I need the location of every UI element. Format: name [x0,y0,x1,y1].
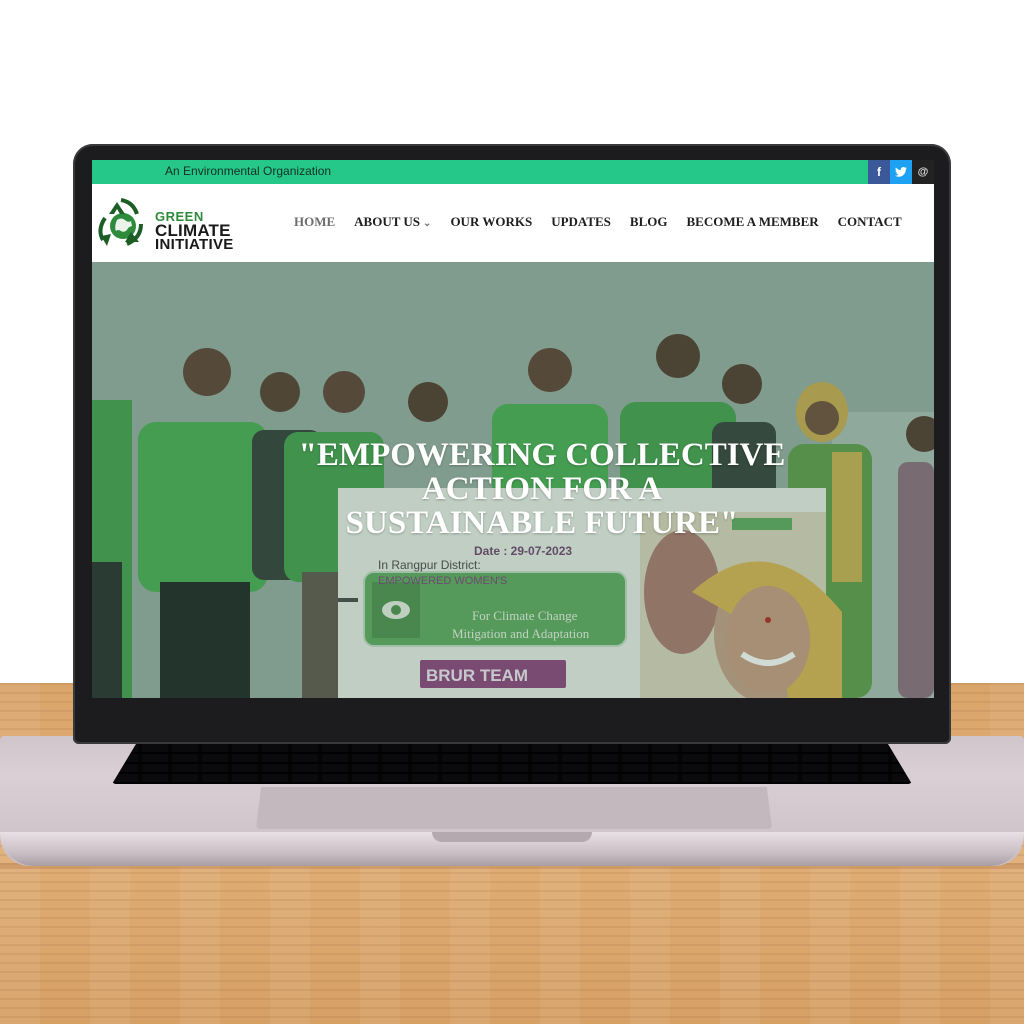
hero-section: Date : 29-07-2023 In Rangpur District: E… [92,262,934,698]
laptop-trackpad [256,787,772,829]
nav-item-our-works[interactable]: OUR WORKS [450,214,532,230]
laptop-screen: An Environmental Organization f @ GREEN … [92,160,934,698]
main-nav: HOME ABOUT US ⌄ OUR WORKS UPDATES BLOG BE… [294,214,921,230]
social-links: f @ [868,160,934,184]
twitter-icon[interactable] [890,160,912,184]
nav-item-contact[interactable]: CONTACT [838,214,902,230]
laptop-keyboard [112,744,912,784]
facebook-icon[interactable]: f [868,160,890,184]
logo-text: GREEN CLIMATE INITIATIVE [155,210,234,253]
hero-headline-line-3: SUSTAINABLE FUTURE" [345,505,739,541]
nav-item-blog[interactable]: BLOG [630,214,668,230]
instagram-icon[interactable]: @ [912,160,934,184]
nav-item-home[interactable]: HOME [294,214,335,230]
hero-headline: "EMPOWERING COLLECTIVE ACTION FOR A SUST… [262,438,822,540]
site-logo[interactable]: GREEN CLIMATE INITIATIVE [95,196,245,253]
twitter-bird-icon [895,167,907,177]
site-tagline: An Environmental Organization [165,164,332,178]
chevron-down-icon: ⌄ [423,218,432,229]
logo-line-initiative: INITIATIVE [155,236,234,253]
recycle-globe-logo-icon [98,198,143,246]
hero-headline-line-1: "EMPOWERING COLLECTIVE [298,437,786,473]
nav-item-updates[interactable]: UPDATES [551,214,611,230]
nav-item-about-us[interactable]: ABOUT US ⌄ [354,214,431,230]
laptop-notch [432,832,592,842]
top-bar: An Environmental Organization f @ [92,160,934,184]
nav-item-about-us-label: ABOUT US [354,214,421,229]
nav-item-become-a-member[interactable]: BECOME A MEMBER [686,214,818,230]
hero-headline-line-2: ACTION FOR A [421,471,663,507]
site-header: GREEN CLIMATE INITIATIVE HOME ABOUT US ⌄ … [92,184,934,262]
